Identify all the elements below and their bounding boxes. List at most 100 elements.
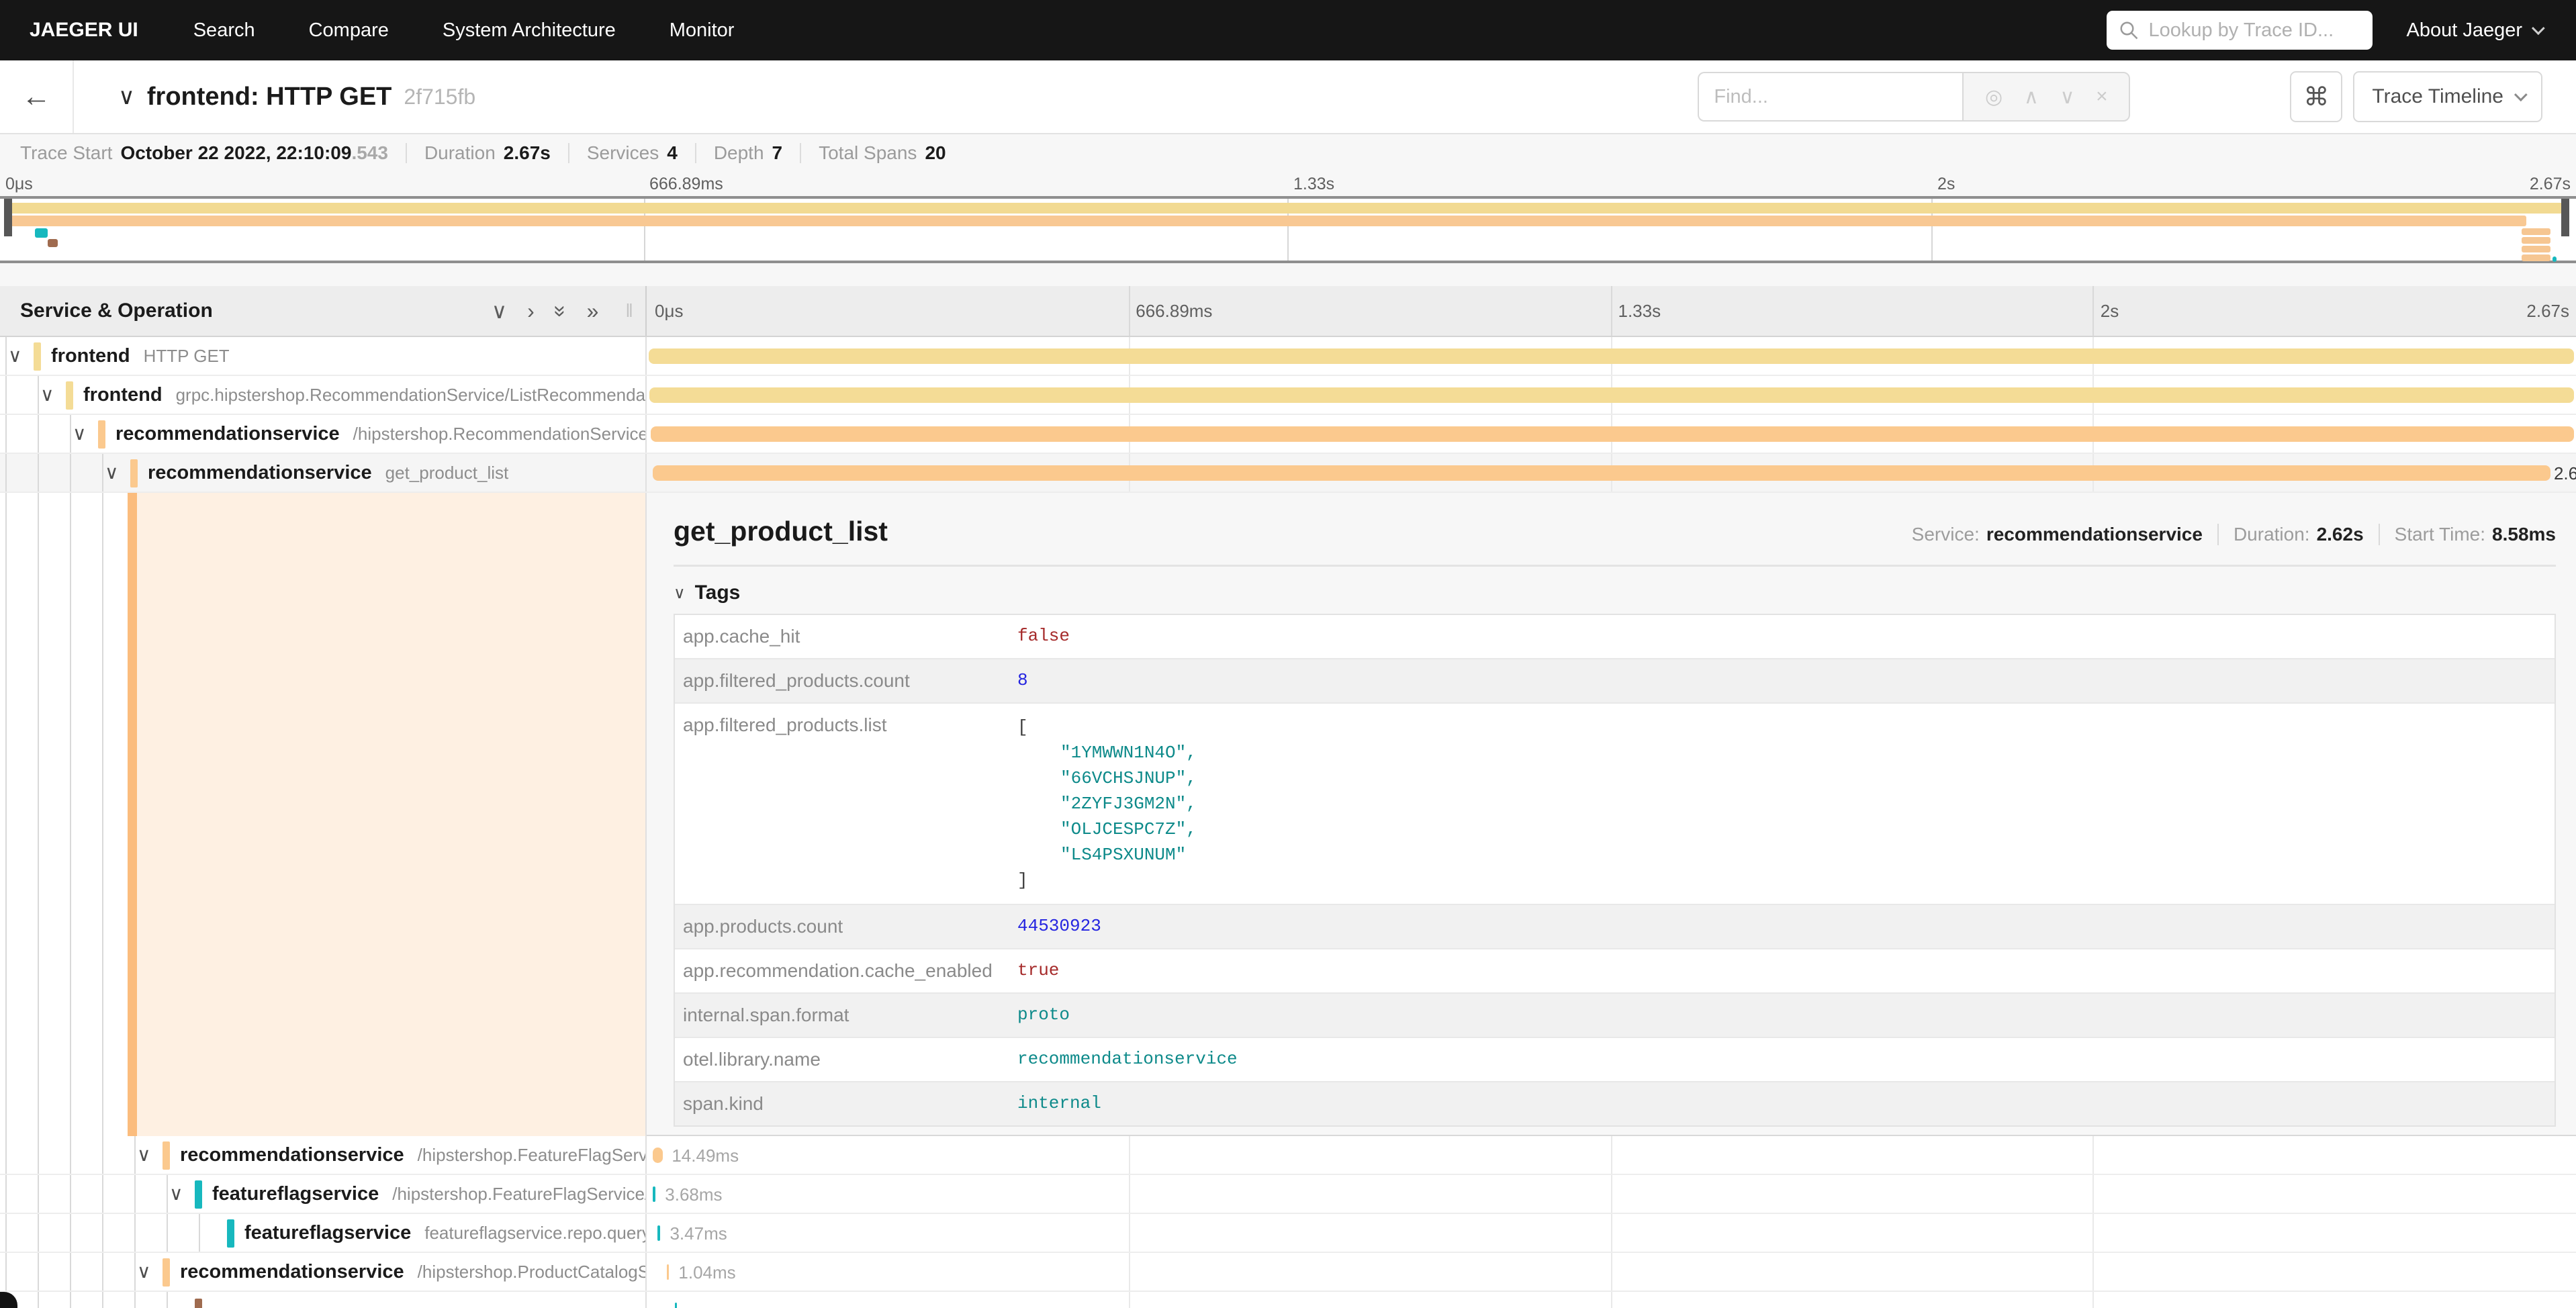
span-row-get-product-list-selected[interactable]: ∨ recommendationservice get_product_list…: [0, 454, 2576, 493]
trace-view-selector[interactable]: Trace Timeline: [2353, 71, 2542, 122]
span-row-featureflag-getflag[interactable]: ∨ featureflagservice /hipstershop.Featur…: [0, 1175, 2576, 1214]
operation-name: /hipstershop.FeatureFlagService...: [418, 1145, 647, 1166]
span-duration-bar[interactable]: [653, 1186, 656, 1202]
span-duration-bar[interactable]: [675, 1303, 677, 1308]
next-match-icon[interactable]: ∨: [2060, 85, 2075, 109]
expand-one-icon[interactable]: ›: [527, 299, 535, 324]
tag-row[interactable]: app.products.count 44530923: [675, 905, 2555, 949]
nav-item-compare[interactable]: Compare: [309, 19, 389, 42]
total-spans-value: 20: [925, 142, 946, 164]
tag-row[interactable]: internal.span.format proto: [675, 994, 2555, 1038]
span-collapse-icon[interactable]: ∨: [137, 1260, 151, 1282]
collapse-all-icon[interactable]: »: [548, 305, 573, 317]
span-detail-meta: Service: recommendationservice Duration:…: [1912, 524, 2556, 545]
span-timeline-cell[interactable]: 3.68ms: [647, 1175, 2576, 1213]
span-row-partial[interactable]: [0, 1292, 2576, 1308]
span-name-cell[interactable]: featureflagservice featureflagservice.re…: [0, 1214, 647, 1252]
span-collapse-icon[interactable]: ∨: [40, 383, 54, 406]
span-timeline-cell[interactable]: [647, 376, 2576, 414]
jaeger-logo[interactable]: JAEGER UI: [30, 19, 138, 42]
services-value: 4: [667, 142, 678, 164]
timeline-header: Service & Operation ∨ › » » ‖ 0μs 666.89…: [0, 286, 2576, 337]
span-duration-label: 14.49ms: [672, 1146, 739, 1166]
minimap-right-drag-handle[interactable]: [2561, 199, 2569, 236]
span-collapse-icon[interactable]: ∨: [137, 1143, 151, 1166]
span-timeline-cell[interactable]: [647, 337, 2576, 375]
nav-item-search[interactable]: Search: [193, 19, 255, 42]
about-jaeger-menu[interactable]: About Jaeger: [2406, 19, 2541, 42]
span-row-frontend-grpc[interactable]: ∨ frontend grpc.hipstershop.Recommendati…: [0, 376, 2576, 415]
expand-all-icon[interactable]: »: [587, 299, 599, 324]
column-resize-grip[interactable]: ‖: [625, 300, 635, 322]
span-name-cell[interactable]: ∨ recommendationservice /hipstershop.Rec…: [0, 415, 647, 453]
service-color-bar: [98, 420, 105, 449]
span-row-frontend-http-get[interactable]: ∨ frontend HTTP GET: [0, 337, 2576, 376]
collapse-one-icon[interactable]: ∨: [492, 298, 507, 324]
trace-minimap[interactable]: [0, 196, 2576, 263]
nav-item-monitor[interactable]: Monitor: [670, 19, 735, 42]
focus-match-icon[interactable]: ◎: [1985, 85, 2003, 109]
search-icon: [2119, 20, 2139, 40]
service-color-bar: [227, 1219, 234, 1248]
tag-row[interactable]: app.filtered_products.list [ "1YMWWN1N4O…: [675, 704, 2555, 905]
span-row-featureflag-parent[interactable]: ∨ recommendationservice /hipstershop.Fea…: [0, 1136, 2576, 1175]
find-tools: ◎ ∧ ∨ ×: [1962, 72, 2130, 122]
span-row-featureflag-repo-query[interactable]: featureflagservice featureflagservice.re…: [0, 1214, 2576, 1253]
span-name-cell[interactable]: [0, 1292, 647, 1308]
trace-id-lookup-input[interactable]: Lookup by Trace ID...: [2107, 11, 2373, 50]
find-input[interactable]: Find...: [1698, 72, 1962, 122]
span-row-productcatalog[interactable]: ∨ recommendationservice /hipstershop.Pro…: [0, 1253, 2576, 1292]
span-duration-bar[interactable]: [651, 426, 2574, 442]
span-collapse-icon[interactable]: ∨: [8, 344, 22, 367]
span-duration-bar[interactable]: [653, 465, 2550, 481]
span-collapse-icon[interactable]: ∨: [169, 1182, 183, 1205]
operation-name: HTTP GET: [144, 346, 230, 367]
prev-match-icon[interactable]: ∧: [2024, 85, 2039, 109]
span-timeline-cell[interactable]: [647, 415, 2576, 453]
span-row-recommendation-list[interactable]: ∨ recommendationservice /hipstershop.Rec…: [0, 415, 2576, 454]
minimap-tick-4: 2.67s: [2530, 175, 2571, 194]
tag-row[interactable]: app.filtered_products.count 8: [675, 659, 2555, 704]
timeline-tick-2: 1.33s: [1618, 301, 1661, 322]
span-name-cell[interactable]: ∨ frontend grpc.hipstershop.Recommendati…: [0, 376, 647, 414]
tags-table: app.cache_hit false app.filtered_product…: [674, 614, 2556, 1127]
clear-find-icon[interactable]: ×: [2096, 85, 2108, 108]
timeline-tick-0: 0μs: [655, 301, 683, 322]
trace-info-bar: Trace Start October 22 2022, 22:10:09 .5…: [0, 134, 2576, 172]
span-name-cell[interactable]: ∨ recommendationservice /hipstershop.Fea…: [0, 1136, 647, 1174]
minimap-left-drag-handle[interactable]: [4, 199, 12, 236]
span-duration-bar[interactable]: [667, 1264, 669, 1280]
span-duration-label: 1.04ms: [678, 1262, 735, 1283]
back-button[interactable]: ←: [0, 60, 74, 133]
span-collapse-icon[interactable]: ∨: [73, 422, 87, 445]
span-duration-bar[interactable]: [653, 1148, 663, 1163]
tag-row[interactable]: app.cache_hit false: [675, 615, 2555, 659]
detail-duration-value: 2.62s: [2317, 524, 2364, 545]
span-timeline-cell[interactable]: 3.47ms: [647, 1214, 2576, 1252]
span-timeline-cell[interactable]: 2.62s: [647, 454, 2576, 492]
minimap-span-bar: [48, 239, 58, 247]
span-duration-label: 2.62s: [2554, 463, 2576, 484]
span-name-cell[interactable]: ∨ frontend HTTP GET: [0, 337, 647, 375]
nav-item-system-architecture[interactable]: System Architecture: [443, 19, 616, 42]
tags-section-toggle[interactable]: ∨ Tags: [674, 581, 2556, 604]
keyboard-shortcuts-button[interactable]: ⌘: [2290, 71, 2342, 122]
span-timeline-cell[interactable]: 14.49ms: [647, 1136, 2576, 1174]
trace-collapse-toggle[interactable]: ∨: [118, 83, 135, 110]
command-icon: ⌘: [2303, 82, 2329, 112]
minimap-tick-labels: 0μs 666.89ms 1.33s 2s 2.67s: [0, 172, 2576, 196]
span-name-cell[interactable]: ∨ recommendationservice /hipstershop.Pro…: [0, 1253, 647, 1291]
service-color-bar: [195, 1299, 202, 1308]
span-duration-bar[interactable]: [657, 1225, 660, 1241]
tag-row[interactable]: otel.library.name recommendationservice: [675, 1038, 2555, 1082]
detail-start-value: 8.58ms: [2492, 524, 2556, 545]
span-timeline-cell[interactable]: [647, 1292, 2576, 1308]
span-duration-bar[interactable]: [649, 387, 2574, 403]
span-collapse-icon[interactable]: ∨: [105, 461, 119, 483]
span-name-cell[interactable]: ∨ recommendationservice get_product_list: [0, 454, 647, 492]
span-duration-bar[interactable]: [649, 348, 2574, 364]
tag-row[interactable]: app.recommendation.cache_enabled true: [675, 949, 2555, 994]
span-name-cell[interactable]: ∨ featureflagservice /hipstershop.Featur…: [0, 1175, 647, 1213]
tag-row[interactable]: span.kind internal: [675, 1082, 2555, 1125]
span-timeline-cell[interactable]: 1.04ms: [647, 1253, 2576, 1291]
